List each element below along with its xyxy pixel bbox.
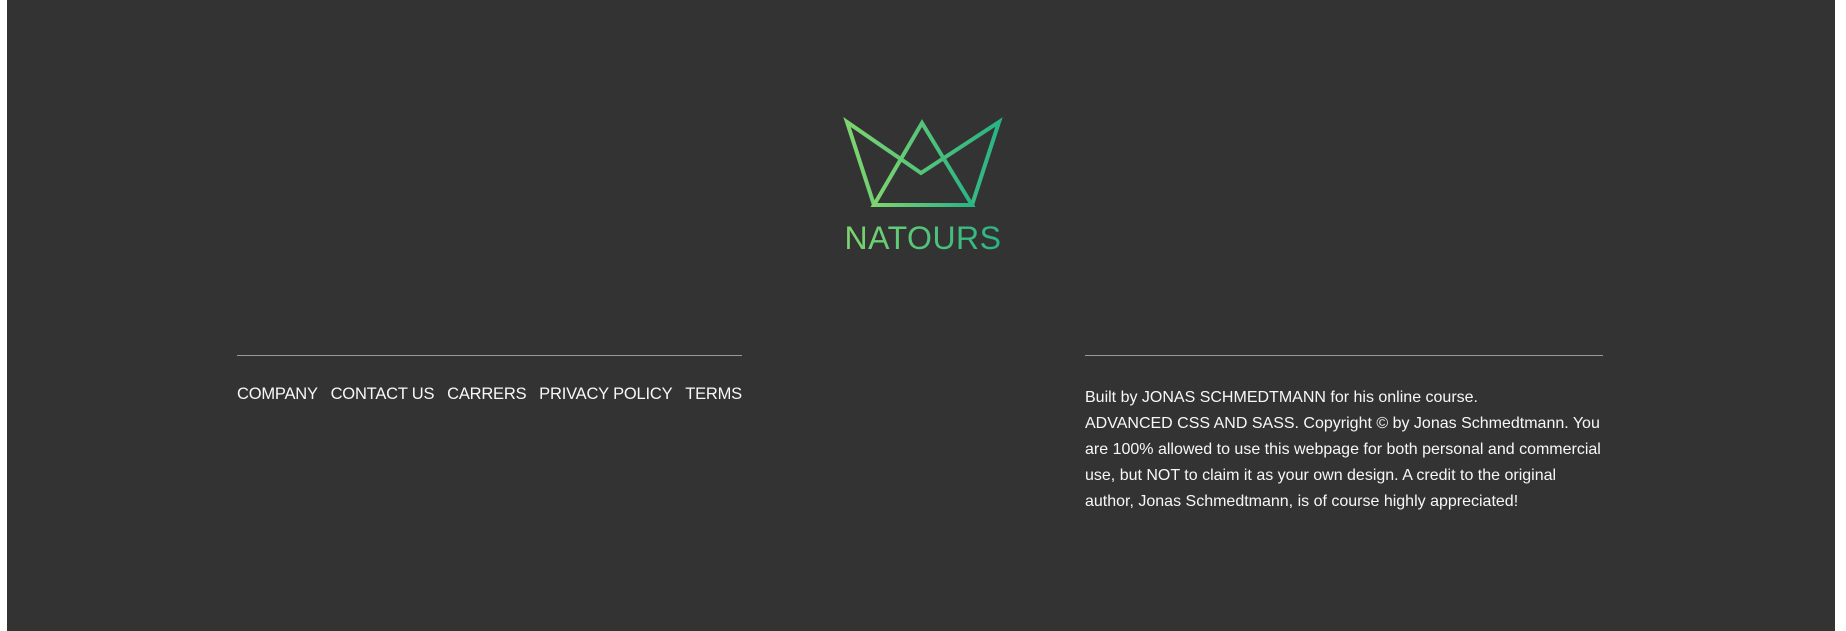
copyright-line-1: Built by JONAS SCHMEDTMANN for his onlin… — [1085, 389, 1478, 406]
nav-link-carrers[interactable]: CARRERS — [447, 385, 526, 404]
nav-link-contact-us[interactable]: CONTACT US — [331, 385, 435, 404]
copyright-line-2: ADVANCED CSS AND SASS. Copyright © by Jo… — [1085, 415, 1601, 510]
crown-logo-icon: NATOURS — [843, 117, 1003, 256]
copyright-text: Built by JONAS SCHMEDTMANN for his onlin… — [1085, 385, 1603, 515]
brand-name: NATOURS — [845, 220, 1002, 256]
nav-link-privacy-policy[interactable]: PRIVACY POLICY — [539, 385, 672, 404]
nav-divider — [237, 355, 742, 356]
nav-link-terms[interactable]: TERMS — [685, 385, 742, 404]
footer-navigation: COMPANY CONTACT US CARRERS PRIVACY POLIC… — [237, 355, 742, 404]
footer-nav-list: COMPANY CONTACT US CARRERS PRIVACY POLIC… — [237, 385, 742, 404]
footer-logo[interactable]: NATOURS — [833, 117, 1013, 257]
page-footer: NATOURS COMPANY CONTACT US CARRERS PRIVA… — [7, 0, 1835, 631]
footer-copyright: Built by JONAS SCHMEDTMANN for his onlin… — [1085, 355, 1603, 515]
nav-link-company[interactable]: COMPANY — [237, 385, 318, 404]
copyright-divider — [1085, 355, 1603, 356]
